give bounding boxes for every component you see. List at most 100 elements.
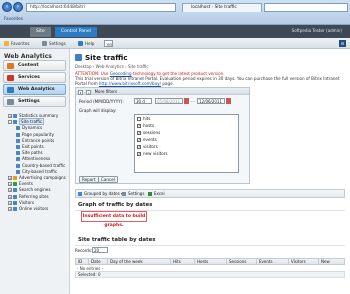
checkbox-events[interactable]: ✓: [137, 138, 141, 142]
checkbox-new-visitors[interactable]: ✓: [137, 152, 141, 156]
records-select[interactable]: 20: [92, 247, 108, 253]
menu-settings[interactable]: Settings: [3, 96, 66, 107]
buy-link[interactable]: http://www.bitrixsoft.com/buy/: [99, 81, 161, 86]
col-hits[interactable]: Hits: [170, 259, 181, 265]
tree-node-icon: [13, 176, 17, 180]
help-button[interactable]: Help: [78, 40, 94, 47]
checkbox-hits[interactable]: [137, 117, 141, 121]
graph-item-new-visitors[interactable]: ✓ new visitors: [137, 151, 168, 157]
browser-nav-row: ‹ › http://localhost:6448/bitri localhos…: [2, 2, 348, 13]
tree-item[interactable]: City-based traffic: [16, 169, 57, 175]
browser-favorites-button[interactable]: Favorites: [2, 15, 25, 23]
tree-item-label: Advertising campaigns: [19, 175, 66, 180]
grid-settings-label: Settings: [128, 191, 145, 196]
grouped-by-dates-button[interactable]: Grouped by dates ▾: [78, 190, 123, 198]
menu-content-label: Content: [18, 63, 39, 68]
graph-display-list[interactable]: hits ✓ hosts ✓ sessions ✓ events ✓ visitors …: [134, 114, 239, 173]
expand-icon[interactable]: +: [8, 182, 12, 187]
col-sessions[interactable]: Sessions: [226, 259, 246, 265]
tree-item[interactable]: Site paths: [16, 150, 43, 156]
col-hosts[interactable]: Hosts: [194, 259, 208, 265]
expand-icon[interactable]: +: [8, 194, 12, 199]
tree-item[interactable]: Entrance points: [16, 138, 54, 144]
tree-node-icon: [13, 182, 17, 187]
col-day-of-week[interactable]: Day of the week: [107, 259, 143, 265]
grid-settings-button[interactable]: Settings: [122, 190, 144, 198]
tree-item[interactable]: + Online visitors: [8, 206, 48, 212]
tree-item[interactable]: Exit points: [16, 144, 44, 150]
more-filters-button[interactable]: More filters: [95, 89, 118, 94]
expand-icon[interactable]: +: [8, 188, 12, 193]
menu-services-label: Services: [18, 75, 40, 80]
browser-tab[interactable]: localhost - Site traffic: [182, 3, 262, 12]
tree-item-label: Site paths: [22, 150, 43, 156]
grid-settings-icon: [122, 192, 126, 196]
tree-item-label: Referring sites: [19, 193, 49, 199]
expand-icon[interactable]: +: [8, 114, 12, 118]
cancel-button[interactable]: Cancel: [98, 176, 118, 183]
tree-item[interactable]: + Referring sites: [8, 194, 49, 200]
calendar-from-icon[interactable]: [184, 98, 189, 104]
report-button[interactable]: Report: [79, 176, 99, 183]
menu-web-analytics[interactable]: Web Analytics: [3, 84, 66, 95]
checkbox-sessions[interactable]: ✓: [137, 131, 141, 135]
date-from-input[interactable]: 05/08/2011: [155, 98, 183, 104]
menu-services[interactable]: Services: [3, 72, 66, 83]
checkbox-hosts[interactable]: ✓: [137, 124, 141, 128]
tree-item[interactable]: + Advertising campaigns: [8, 175, 66, 181]
filter-toggle-icon[interactable]: ▾: [78, 89, 83, 95]
tree-node-icon: [13, 114, 17, 118]
graph-item-events[interactable]: ✓ events: [137, 137, 157, 143]
tree-item[interactable]: Country-based traffic: [16, 163, 65, 169]
filter-add-icon[interactable]: +: [86, 89, 92, 95]
tree-item[interactable]: - Site traffic: [8, 118, 45, 126]
tree-node-icon: [16, 169, 20, 174]
breadcrumb[interactable]: Desktop › Web Analytics › Site traffic: [75, 64, 149, 69]
calendar-to-icon[interactable]: [226, 98, 231, 104]
tree-item-label: Entrance points: [22, 137, 55, 143]
admin-top-panel: Site Control Panel Softpedia Tester (adm…: [0, 25, 350, 38]
expand-icon[interactable]: +: [8, 207, 12, 211]
selected-label: Selected:: [78, 272, 97, 277]
date-to-input[interactable]: 12/06/2011: [197, 98, 225, 104]
excel-button[interactable]: Excel: [148, 190, 165, 198]
forward-icon[interactable]: ›: [13, 2, 23, 12]
tab-control-panel[interactable]: Control Panel: [55, 27, 97, 37]
expand-icon[interactable]: +: [8, 176, 12, 180]
tree-item[interactable]: Attentiveness: [16, 156, 50, 162]
tree-node-icon: [13, 207, 17, 211]
col-new[interactable]: New: [318, 259, 330, 265]
graph-item-label: hits: [143, 116, 151, 121]
menu-content[interactable]: Content: [3, 60, 66, 71]
graph-display-label: Graph will display:: [79, 108, 117, 113]
tree-item[interactable]: Page popularity: [16, 132, 54, 138]
col-visitors[interactable]: Visitors: [288, 259, 306, 265]
selected-value: 0: [97, 272, 101, 277]
graph-item-hosts[interactable]: ✓ hosts: [137, 123, 154, 129]
collapse-icon[interactable]: -: [8, 120, 12, 125]
checkbox-visitors[interactable]: ✓: [137, 145, 141, 149]
graph-item-hits[interactable]: hits: [137, 116, 150, 122]
tab-site[interactable]: Site: [30, 27, 51, 37]
expand-icon[interactable]: +: [8, 200, 12, 205]
user-name[interactable]: Softpedia Tester (admin): [292, 28, 342, 33]
col-date[interactable]: Date: [88, 259, 101, 265]
col-events[interactable]: Events: [256, 259, 273, 265]
graph-item-label: new visitors: [143, 151, 168, 156]
language-switch[interactable]: en: [104, 40, 114, 47]
favorites-button[interactable]: Favorites: [4, 40, 30, 47]
tree-item[interactable]: Dynamics: [16, 125, 42, 131]
browser-search-input[interactable]: [264, 3, 348, 12]
graph-item-sessions[interactable]: ✓ sessions: [137, 130, 160, 136]
tree-item[interactable]: + Events: [8, 181, 33, 187]
excel-icon: [148, 192, 152, 196]
col-id[interactable]: ID: [76, 259, 82, 265]
period-select[interactable]: 30 d: [134, 98, 152, 104]
settings-button[interactable]: Settings: [42, 40, 66, 47]
panel-settings-icon[interactable]: ⚙: [339, 40, 346, 47]
tree-item[interactable]: + Search engines: [8, 187, 50, 193]
graph-item-visitors[interactable]: ✓ visitors: [137, 144, 158, 150]
tree-item[interactable]: + Visitors: [8, 200, 34, 206]
back-icon[interactable]: ‹: [2, 2, 12, 12]
address-bar[interactable]: http://localhost:6448/bitri: [26, 3, 176, 12]
